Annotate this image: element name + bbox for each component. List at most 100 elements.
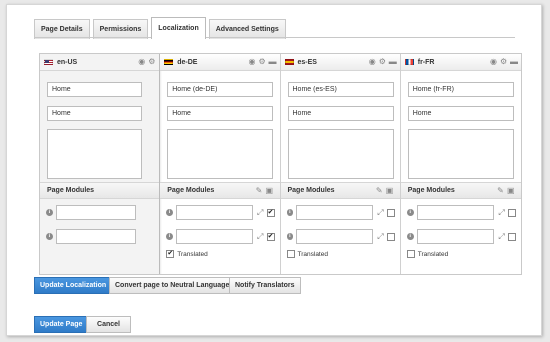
page-name-field[interactable] [47, 106, 142, 121]
translated-label: Translated [177, 250, 208, 258]
page-modules-header: Page Modules ✎ ▣ [400, 182, 521, 199]
tab-divider [34, 37, 515, 38]
tab-page-details[interactable]: Page Details [34, 19, 90, 39]
pencil-icon[interactable]: ✎ [376, 186, 383, 195]
translated-toggle[interactable]: Translated [286, 250, 328, 258]
module-translated-checkbox[interactable] [508, 232, 516, 241]
module-translated-checkbox[interactable]: ✔ [266, 208, 275, 217]
page-title-field[interactable] [407, 82, 514, 97]
module-translated-checkbox[interactable]: ✔ [266, 232, 275, 241]
cancel-button[interactable]: Cancel [86, 316, 131, 333]
module-title-input[interactable] [56, 229, 136, 244]
culture-header: de-DE ◉ ⚙ ▬ [160, 54, 280, 71]
culture-column-de-de: de-DE ◉ ⚙ ▬ Page Modules ✎ ▣ i ⤢ [160, 54, 281, 274]
culture-column-fr-fr: fr-FR ◉ ⚙ ▬ Page Modules ✎ ▣ i ⤢ [400, 54, 521, 274]
trash-icon[interactable]: ▬ [389, 58, 397, 66]
link-icon[interactable]: ⤢ [257, 232, 265, 242]
gear-icon[interactable]: ⚙ [500, 58, 507, 66]
module-row: i [46, 229, 154, 244]
eye-icon[interactable]: ◉ [138, 58, 145, 66]
gear-icon[interactable]: ⚙ [148, 58, 155, 66]
page-description-field[interactable] [407, 129, 514, 179]
translated-toggle[interactable]: ✔ Translated [166, 250, 208, 258]
page-name-field[interactable] [407, 106, 514, 121]
module-title-input[interactable] [416, 205, 495, 220]
tab-permissions[interactable]: Permissions [92, 19, 149, 39]
module-title-input[interactable] [175, 205, 253, 220]
module-title-input[interactable] [416, 229, 495, 244]
module-translated-checkbox[interactable] [386, 232, 395, 241]
trash-icon[interactable]: ▬ [269, 58, 277, 66]
module-translated-checkbox[interactable] [386, 208, 395, 217]
link-icon[interactable]: ⤢ [498, 232, 506, 242]
culture-column-en-us: en-US ◉ ⚙ Page Modules i i [40, 54, 163, 274]
culture-header: en-US ◉ ⚙ [40, 54, 160, 71]
page-description-field[interactable] [47, 129, 142, 179]
module-row: i [46, 205, 154, 220]
convert-neutral-button[interactable]: Convert page to Neutral Language [109, 277, 236, 294]
page-description-field[interactable] [167, 129, 274, 179]
module-translated-checkbox[interactable] [508, 208, 516, 217]
link-icon[interactable]: ⤢ [498, 208, 506, 218]
eye-icon[interactable]: ◉ [249, 58, 256, 66]
module-title-input[interactable] [56, 205, 136, 220]
tab-advanced-settings[interactable]: Advanced Settings [208, 19, 286, 39]
page-title-field[interactable] [167, 82, 274, 97]
page-name-field[interactable] [287, 106, 394, 121]
us-flag-icon [44, 59, 53, 65]
info-icon[interactable]: i [46, 233, 53, 240]
culture-code: fr-FR [417, 58, 435, 66]
pencil-icon[interactable]: ✎ [256, 186, 263, 195]
culture-column-es-es: es-ES ◉ ⚙ ▬ Page Modules ✎ ▣ i ⤢ [280, 54, 401, 274]
page-description-field[interactable] [287, 129, 394, 179]
link-icon[interactable]: ⤢ [377, 208, 385, 218]
translated-label: Translated [417, 250, 449, 258]
info-icon[interactable]: i [286, 209, 294, 216]
module-title-input[interactable] [296, 229, 374, 244]
translate-icon[interactable]: ▣ [507, 186, 515, 195]
update-localization-button[interactable]: Update Localization [34, 277, 113, 294]
gear-icon[interactable]: ⚙ [259, 58, 266, 66]
module-title-input[interactable] [175, 229, 253, 244]
link-icon[interactable]: ⤢ [377, 232, 385, 242]
page-name-field[interactable] [167, 106, 274, 121]
translate-icon[interactable]: ▣ [266, 186, 274, 195]
module-row: i ⤢ ✔ [166, 229, 275, 244]
page-title-field[interactable] [287, 82, 394, 97]
page-title-field[interactable] [47, 82, 142, 97]
culture-code: en-US [57, 58, 78, 66]
module-row: i ⤢ ✔ [166, 205, 275, 220]
info-icon[interactable]: i [406, 233, 414, 240]
gear-icon[interactable]: ⚙ [379, 58, 386, 66]
update-page-button[interactable]: Update Page [34, 316, 89, 333]
page-modules-header: Page Modules ✎ ▣ [160, 182, 280, 199]
module-row: i ⤢ [286, 205, 395, 220]
page-modules-header: Page Modules ✎ ▣ [280, 182, 400, 199]
info-icon[interactable]: i [166, 233, 173, 240]
info-icon[interactable]: i [286, 233, 294, 240]
info-icon[interactable]: i [46, 209, 53, 216]
module-title-input[interactable] [296, 205, 374, 220]
fr-flag-icon [404, 59, 414, 65]
link-icon[interactable]: ⤢ [257, 208, 265, 218]
translated-toggle[interactable]: Translated [406, 250, 449, 258]
pencil-icon[interactable]: ✎ [497, 186, 504, 195]
translate-icon[interactable]: ▣ [386, 186, 394, 195]
info-icon[interactable]: i [406, 209, 414, 216]
page-settings-panel: Page Details Permissions Localization Ad… [6, 4, 542, 336]
translated-checkbox[interactable] [286, 250, 295, 258]
tab-localization[interactable]: Localization [151, 17, 206, 39]
page-modules-label: Page Modules [167, 187, 215, 194]
translated-checkbox[interactable] [406, 250, 415, 258]
translated-checkbox[interactable]: ✔ [166, 250, 175, 258]
eye-icon[interactable]: ◉ [369, 58, 376, 66]
notify-translators-button[interactable]: Notify Translators [229, 277, 301, 294]
localization-grid: en-US ◉ ⚙ Page Modules i i [39, 53, 522, 275]
es-flag-icon [284, 59, 294, 65]
trash-icon[interactable]: ▬ [510, 58, 518, 66]
info-icon[interactable]: i [166, 209, 173, 216]
module-row: i ⤢ [406, 205, 516, 220]
eye-icon[interactable]: ◉ [490, 58, 497, 66]
settings-tabs: Page Details Permissions Localization Ad… [34, 16, 289, 39]
culture-code: de-DE [177, 58, 198, 66]
